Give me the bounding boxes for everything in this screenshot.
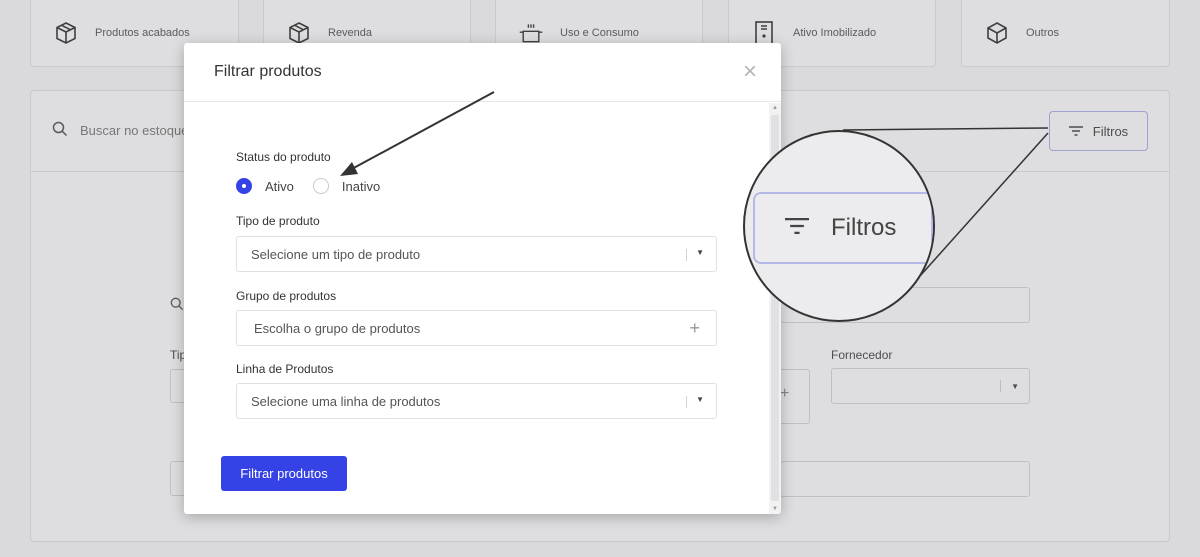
- magnified-filters-label: Filtros: [831, 214, 897, 241]
- magnifier-connector-top: [842, 127, 1049, 131]
- magnified-filters-button: Filtros: [753, 192, 933, 264]
- annotation-arrow-line: [349, 91, 495, 171]
- magnifier-circle: Filtros: [743, 130, 935, 322]
- annotation-overlay: [340, 91, 1049, 277]
- magnifier-connector-bottom: [919, 132, 1049, 277]
- annotation-arrowhead: [340, 162, 358, 176]
- filter-icon: [785, 214, 809, 242]
